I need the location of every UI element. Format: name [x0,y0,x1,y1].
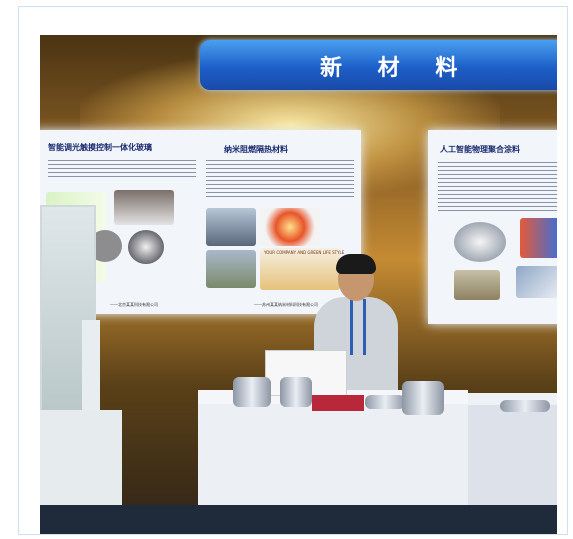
coating-image-4 [516,266,557,298]
coating-image-2 [520,218,557,258]
product-sheet [365,395,405,409]
exhibition-photo: 新 材 料 智能调光触摸控制一体化玻璃 纳米阻燃隔热材料 YOUR COMPAN… [40,35,557,534]
sign-text: YOUR COMPANY AND GREEN LIFE STYLE [264,250,345,255]
banner-title: 新 材 料 [320,55,472,81]
glass-sample-stand [82,320,100,420]
product-roll-2 [402,381,444,415]
product-can [280,377,312,407]
coating-image-1 [454,222,506,262]
product-box-red [312,395,364,411]
poster-text-block-right [206,160,354,200]
nano-image-3 [206,250,256,288]
product-samples-right [500,400,550,412]
poster-text-block-coating [438,162,557,212]
product-roll-1 [233,377,271,407]
poster-heading-coating: 人工智能物理聚合涂料 [440,145,520,154]
carpet-floor [40,505,557,534]
coating-image-3 [454,270,500,300]
glass-image-4 [128,230,164,264]
nano-image-1 [206,208,256,246]
poster-text-block-left [48,160,196,180]
poster-footer-left: ——北京某某科技有限公司 [110,302,158,307]
glass-image-2 [114,190,174,225]
nano-image-2 [260,208,320,246]
poster-heading-nano: 纳米阻燃隔热材料 [224,145,288,154]
new-materials-banner: 新 材 料 [200,40,557,90]
hair [336,254,376,274]
poster-panel-right: 人工智能物理聚合涂料 [428,130,557,324]
lanyard [350,299,366,355]
poster-heading-glass: 智能调光触摸控制一体化玻璃 [48,143,152,152]
